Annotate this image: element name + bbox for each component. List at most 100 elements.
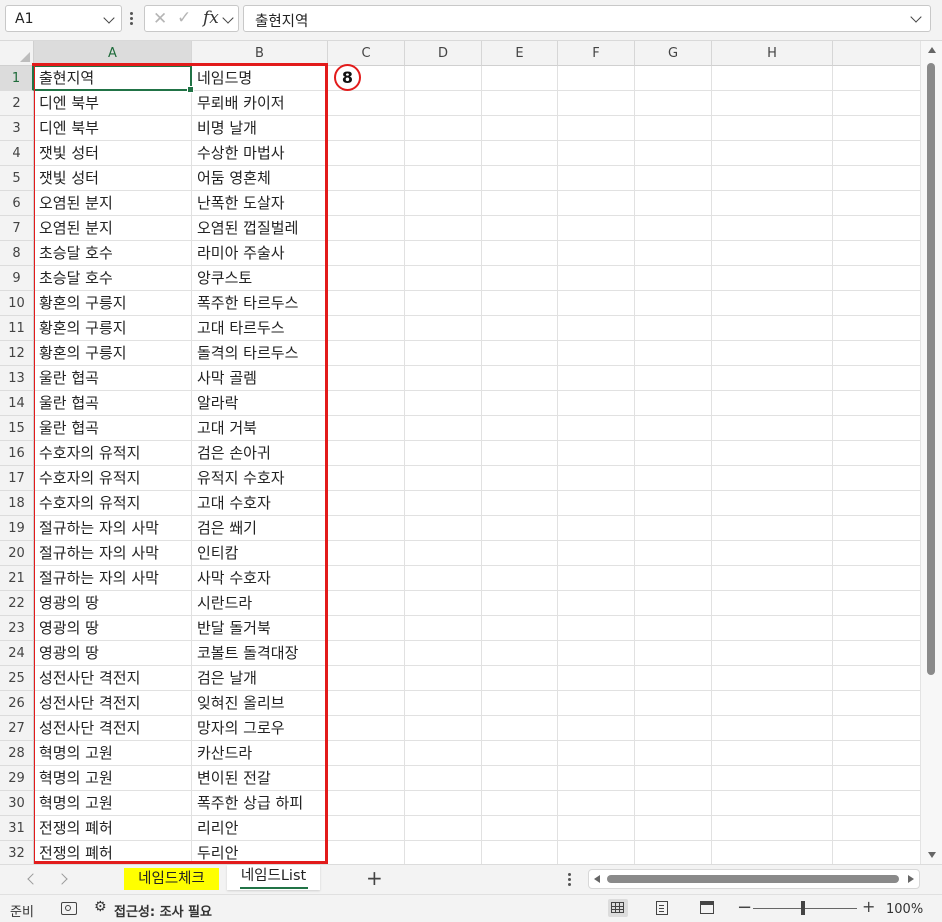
column-header-d[interactable]: D	[405, 41, 482, 66]
cell-region[interactable]: 울란 협곡	[39, 366, 99, 391]
cell-region[interactable]: 잿빛 성터	[39, 166, 99, 191]
accessibility-icon[interactable]: ⚙	[94, 899, 107, 915]
row-header[interactable]	[0, 616, 34, 641]
column-header-h[interactable]: H	[712, 41, 833, 66]
cell-named-monster[interactable]: 검은 손아귀	[197, 441, 271, 466]
cell-region[interactable]: 디엔 북부	[39, 91, 99, 116]
cell-region[interactable]: 영광의 땅	[39, 616, 99, 641]
cell-named-monster[interactable]: 코볼트 돌격대장	[197, 641, 298, 666]
cell-named-monster[interactable]: 인티캄	[197, 541, 238, 566]
cell-named-monster[interactable]: 반달 돌거북	[197, 616, 271, 641]
cell-named-monster[interactable]: 고대 거북	[197, 416, 257, 441]
row-header[interactable]	[0, 316, 34, 341]
cell-region[interactable]: 영광의 땅	[39, 591, 99, 616]
chevron-down-icon[interactable]	[103, 12, 115, 24]
row-header[interactable]	[0, 816, 34, 841]
row-header[interactable]	[0, 566, 34, 591]
cell-region[interactable]: 성전사단 격전지	[39, 666, 140, 691]
zoom-slider-thumb[interactable]	[801, 901, 805, 915]
cell-region[interactable]: 수호자의 유적지	[39, 491, 140, 516]
more-sheets-icon[interactable]	[568, 873, 572, 888]
cell-region[interactable]: 절규하는 자의 사막	[39, 516, 159, 541]
cell-region[interactable]: 영광의 땅	[39, 641, 99, 666]
page-break-view-button[interactable]	[697, 899, 717, 917]
cell-region[interactable]: 오염된 분지	[39, 216, 113, 241]
row-header[interactable]	[0, 141, 34, 166]
cell-region[interactable]: 잿빛 성터	[39, 141, 99, 166]
row-header[interactable]	[0, 441, 34, 466]
chevron-down-icon[interactable]	[222, 12, 234, 24]
cell-named-monster[interactable]: 유적지 수호자	[197, 466, 285, 491]
cell-region[interactable]: 디엔 북부	[39, 116, 99, 141]
cell-named-monster[interactable]: 폭주한 상급 하피	[197, 791, 303, 816]
scroll-up-icon[interactable]	[928, 47, 936, 53]
vertical-scroll-thumb[interactable]	[927, 63, 935, 675]
cell-region[interactable]: 수호자의 유적지	[39, 441, 140, 466]
cell-region[interactable]: 성전사단 격전지	[39, 716, 140, 741]
cancel-icon[interactable]: ✕	[153, 9, 167, 29]
vertical-scrollbar[interactable]	[920, 41, 942, 864]
cell-region[interactable]: 혁명의 고원	[39, 791, 113, 816]
row-header[interactable]	[0, 491, 34, 516]
row-header[interactable]	[0, 266, 34, 291]
cell-named-monster[interactable]: 사막 수호자	[197, 566, 271, 591]
cell-region[interactable]: 울란 협곡	[39, 416, 99, 441]
row-header[interactable]	[0, 841, 34, 864]
expand-formula-bar-icon[interactable]	[910, 11, 922, 23]
cell-named-monster[interactable]: 폭주한 타르두스	[197, 291, 298, 316]
row-header[interactable]	[0, 541, 34, 566]
row-header[interactable]	[0, 116, 34, 141]
column-header-e[interactable]: E	[482, 41, 558, 66]
row-header[interactable]	[0, 391, 34, 416]
cell-named-monster[interactable]: 무뢰배 카이저	[197, 91, 285, 116]
cell-named-monster[interactable]: 어둠 영혼체	[197, 166, 271, 191]
row-header[interactable]	[0, 91, 34, 116]
row-header[interactable]	[0, 341, 34, 366]
cell-named-monster[interactable]: 고대 수호자	[197, 491, 271, 516]
horizontal-scrollbar[interactable]	[588, 869, 920, 889]
cell-region[interactable]: 혁명의 고원	[39, 766, 113, 791]
row-header[interactable]	[0, 66, 34, 91]
add-sheet-button[interactable]: +	[366, 866, 383, 890]
zoom-slider[interactable]	[753, 908, 857, 909]
cell-named-monster[interactable]: 검은 날개	[197, 666, 257, 691]
cell-named-monster[interactable]: 수상한 마법사	[197, 141, 285, 166]
cell-named-monster[interactable]: 검은 쐐기	[197, 516, 257, 541]
cell-region[interactable]: 전쟁의 폐허	[39, 816, 113, 841]
row-header[interactable]	[0, 216, 34, 241]
cell-named-monster[interactable]: 리리안	[197, 816, 238, 841]
name-box[interactable]: A1	[5, 5, 122, 32]
zoom-in-button[interactable]: +	[862, 897, 875, 916]
row-header[interactable]	[0, 716, 34, 741]
insert-function-button[interactable]: fx	[203, 8, 219, 28]
cell-named-monster[interactable]: 오염된 껍질벌레	[197, 216, 298, 241]
sheet-tab-named-check[interactable]: 네임드체크	[124, 868, 219, 890]
macro-recording-icon[interactable]	[61, 902, 77, 915]
cell-region[interactable]: 출현지역	[39, 66, 94, 91]
cell-region[interactable]: 수호자의 유적지	[39, 466, 140, 491]
scroll-right-icon[interactable]	[908, 875, 914, 883]
row-header[interactable]	[0, 366, 34, 391]
column-header-c[interactable]: C	[328, 41, 405, 66]
cell-region[interactable]: 황혼의 구릉지	[39, 316, 127, 341]
column-header-g[interactable]: G	[635, 41, 712, 66]
cell-region[interactable]: 오염된 분지	[39, 191, 113, 216]
row-header[interactable]	[0, 666, 34, 691]
row-header[interactable]	[0, 591, 34, 616]
select-all-button[interactable]	[0, 41, 34, 66]
row-header[interactable]	[0, 241, 34, 266]
column-header-f[interactable]: F	[558, 41, 635, 66]
cell-named-monster[interactable]: 난폭한 도살자	[197, 191, 285, 216]
accessibility-status[interactable]: 접근성: 조사 필요	[114, 901, 212, 920]
formula-input[interactable]: 출현지역	[243, 5, 931, 32]
row-header[interactable]	[0, 516, 34, 541]
row-header[interactable]	[0, 466, 34, 491]
page-layout-view-button[interactable]	[652, 899, 672, 917]
cell-area[interactable]: 출현지역 네임드명 디엔 북부 무뢰배 카이저 디엔 북부 비명 날개 잿빛 성터 수상한 마…	[34, 66, 920, 864]
next-sheet-icon[interactable]	[56, 873, 68, 885]
cell-named-monster[interactable]: 시란드라	[197, 591, 252, 616]
row-header[interactable]	[0, 291, 34, 316]
previous-sheet-icon[interactable]	[27, 873, 39, 885]
row-header[interactable]	[0, 741, 34, 766]
cell-region[interactable]: 혁명의 고원	[39, 741, 113, 766]
